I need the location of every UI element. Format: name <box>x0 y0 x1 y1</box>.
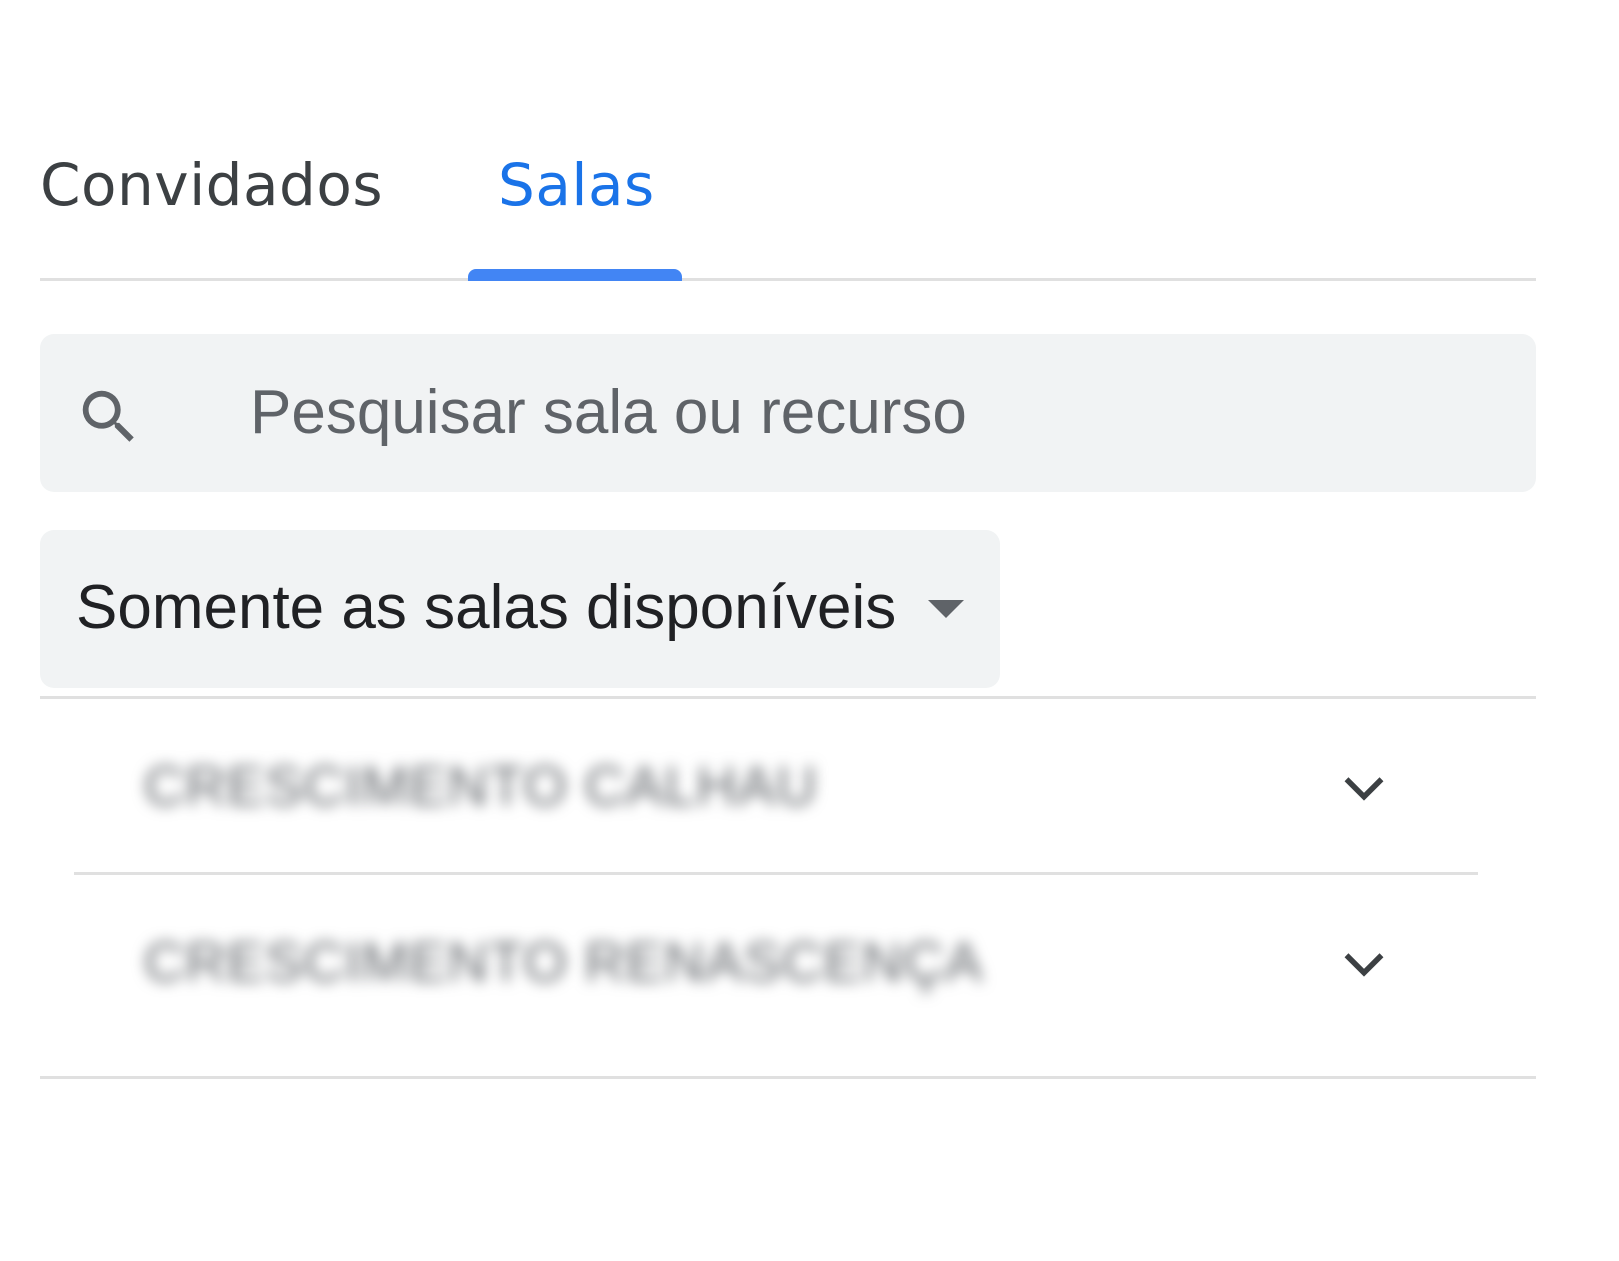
tab-bar: Convidados Salas <box>40 120 1536 281</box>
chevron-down-icon[interactable] <box>1334 934 1394 994</box>
tab-guests[interactable]: Convidados <box>40 120 420 278</box>
room-group-name: CRESCIMENTO CALHAU <box>144 754 818 817</box>
search-icon <box>82 390 134 442</box>
room-group-name: CRESCIMENTO RENASCENÇA <box>144 930 984 993</box>
room-search-field[interactable] <box>40 334 1536 492</box>
tab-rooms[interactable]: Salas <box>468 120 686 281</box>
search-input[interactable] <box>250 372 1490 452</box>
chevron-down-icon[interactable] <box>1334 758 1394 818</box>
tab-rooms-label: Salas <box>498 151 655 219</box>
active-tab-indicator <box>468 269 682 281</box>
rooms-panel: Convidados Salas Somente as salas dispon… <box>40 0 1536 1261</box>
tab-guests-label: Convidados <box>40 151 384 219</box>
room-group-item[interactable]: CRESCIMENTO RENASCENÇA <box>74 872 1500 1052</box>
divider <box>40 1076 1536 1079</box>
availability-filter-dropdown[interactable]: Somente as salas disponíveis <box>40 530 1000 688</box>
caret-down-icon <box>928 600 964 618</box>
filter-selected-value: Somente as salas disponíveis <box>76 573 897 642</box>
room-group-item[interactable]: CRESCIMENTO CALHAU <box>74 696 1500 876</box>
